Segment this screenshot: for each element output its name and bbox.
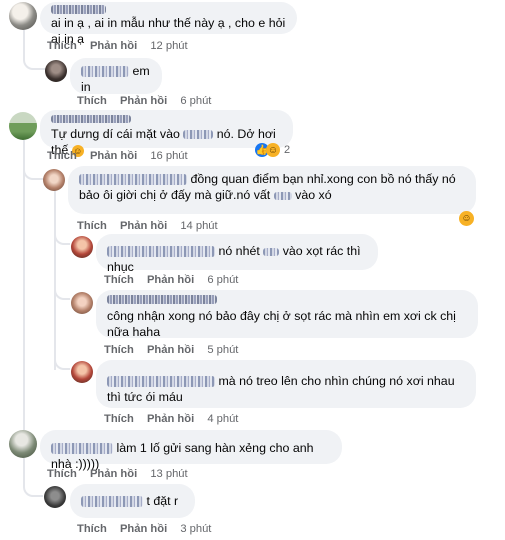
reaction-summary[interactable]: 👍 ☺ 2 <box>255 143 290 157</box>
reply-button[interactable]: Phản hồi <box>90 40 137 52</box>
comment-bubble: em in <box>70 58 162 94</box>
author-name[interactable] <box>51 5 106 14</box>
thread-line <box>23 455 43 497</box>
comment-bubble: nó nhét vào xọt rác thì nhục <box>96 234 378 274</box>
timestamp[interactable]: 14 phút <box>180 220 217 232</box>
thread-line <box>54 225 70 245</box>
author-name[interactable] <box>81 496 143 508</box>
comment-text: nó nhét <box>218 244 260 258</box>
comment-actions: Thích Phản hồi 12 phút <box>47 40 188 52</box>
thread-line <box>23 28 47 70</box>
like-button[interactable]: Thích <box>77 220 107 232</box>
author-name[interactable] <box>81 66 129 78</box>
comment-actions: Thích Phản hồi 16 phút <box>47 150 188 162</box>
like-button[interactable]: Thích <box>104 344 134 356</box>
redacted-text <box>273 191 292 200</box>
reply-button[interactable]: Phản hồi <box>147 413 194 425</box>
reply-button[interactable]: Phản hồi <box>90 150 137 162</box>
comment-text: Tự dưng dí cái mặt vào <box>51 127 180 141</box>
timestamp[interactable]: 5 phút <box>207 344 238 356</box>
like-button[interactable]: Thích <box>47 150 77 162</box>
reply-button[interactable]: Phản hồi <box>147 274 194 286</box>
comment-bubble: làm 1 lố gửi sang hàn xẻng cho anh nhà :… <box>40 430 342 471</box>
comment-actions: Thích Phản hồi 6 phút <box>104 274 238 286</box>
timestamp[interactable]: 12 phút <box>150 40 187 52</box>
comment-text: công nhận xong nó bảo đây chị ở sọt rác … <box>107 309 456 339</box>
like-button[interactable]: Thích <box>77 523 107 535</box>
reply-button[interactable]: Phản hồi <box>147 344 194 356</box>
avatar[interactable] <box>45 60 67 82</box>
thread-line <box>54 350 70 370</box>
redacted-text <box>183 130 214 140</box>
redacted-text <box>263 247 280 256</box>
author-name[interactable] <box>107 246 215 258</box>
reply-button[interactable]: Phản hồi <box>90 468 137 480</box>
author-name[interactable] <box>107 295 217 304</box>
avatar[interactable] <box>44 486 66 508</box>
like-button[interactable]: Thích <box>104 413 134 425</box>
avatar[interactable] <box>71 292 93 314</box>
comment-bubble: ai in ạ , ai in mẫu như thế này ạ , cho … <box>40 2 297 46</box>
thread-line <box>54 280 70 300</box>
avatar[interactable] <box>43 169 65 191</box>
author-name[interactable] <box>51 115 131 123</box>
like-button[interactable]: Thích <box>47 40 77 52</box>
comment-actions: Thích Phản hồi 4 phút <box>104 413 238 425</box>
thread-line <box>23 140 25 430</box>
timestamp[interactable]: 3 phút <box>180 523 211 535</box>
reply-button[interactable]: Phản hồi <box>120 523 167 535</box>
comment-bubble: đồng quan điểm bạn nhỉ.xong con bồ nó th… <box>68 166 476 214</box>
avatar[interactable] <box>71 361 93 383</box>
comment-bubble: t đặt r <box>70 484 195 518</box>
comment-bubble: mà nó treo lên cho nhìn chúng nó xơi nha… <box>96 360 476 408</box>
reply-button[interactable]: Phản hồi <box>120 220 167 232</box>
thread-line <box>23 160 43 180</box>
timestamp[interactable]: 6 phút <box>180 95 211 107</box>
reaction-count: 2 <box>284 144 291 156</box>
comment-actions: Thích Phản hồi 5 phút <box>104 344 238 356</box>
timestamp[interactable]: 16 phút <box>150 150 187 162</box>
comment-bubble: công nhận xong nó bảo đây chị ở sọt rác … <box>96 290 478 339</box>
timestamp[interactable]: 4 phút <box>207 413 238 425</box>
timestamp[interactable]: 6 phút <box>207 274 238 286</box>
avatar[interactable] <box>71 236 93 258</box>
haha-icon: ☺ <box>459 211 474 226</box>
comment-actions: Thích Phản hồi 6 phút <box>77 95 211 107</box>
author-name[interactable] <box>107 376 215 388</box>
like-button[interactable]: Thích <box>47 468 77 480</box>
like-button[interactable]: Thích <box>104 274 134 286</box>
author-name[interactable] <box>79 174 187 186</box>
avatar[interactable] <box>9 2 37 30</box>
like-button[interactable]: Thích <box>77 95 107 107</box>
reply-button[interactable]: Phản hồi <box>120 95 167 107</box>
timestamp[interactable]: 13 phút <box>150 468 187 480</box>
avatar[interactable] <box>9 112 37 140</box>
author-name[interactable] <box>51 443 113 455</box>
avatar[interactable] <box>9 430 37 458</box>
comment-text: vào xó <box>295 188 332 202</box>
comment-text: t đặt r <box>146 494 179 508</box>
comment-actions: Thích Phản hồi 3 phút <box>77 523 211 535</box>
haha-icon: ☺ <box>266 143 280 157</box>
comment-actions: Thích Phản hồi 14 phút <box>77 220 218 232</box>
comment-actions: Thích Phản hồi 13 phút <box>47 468 188 480</box>
